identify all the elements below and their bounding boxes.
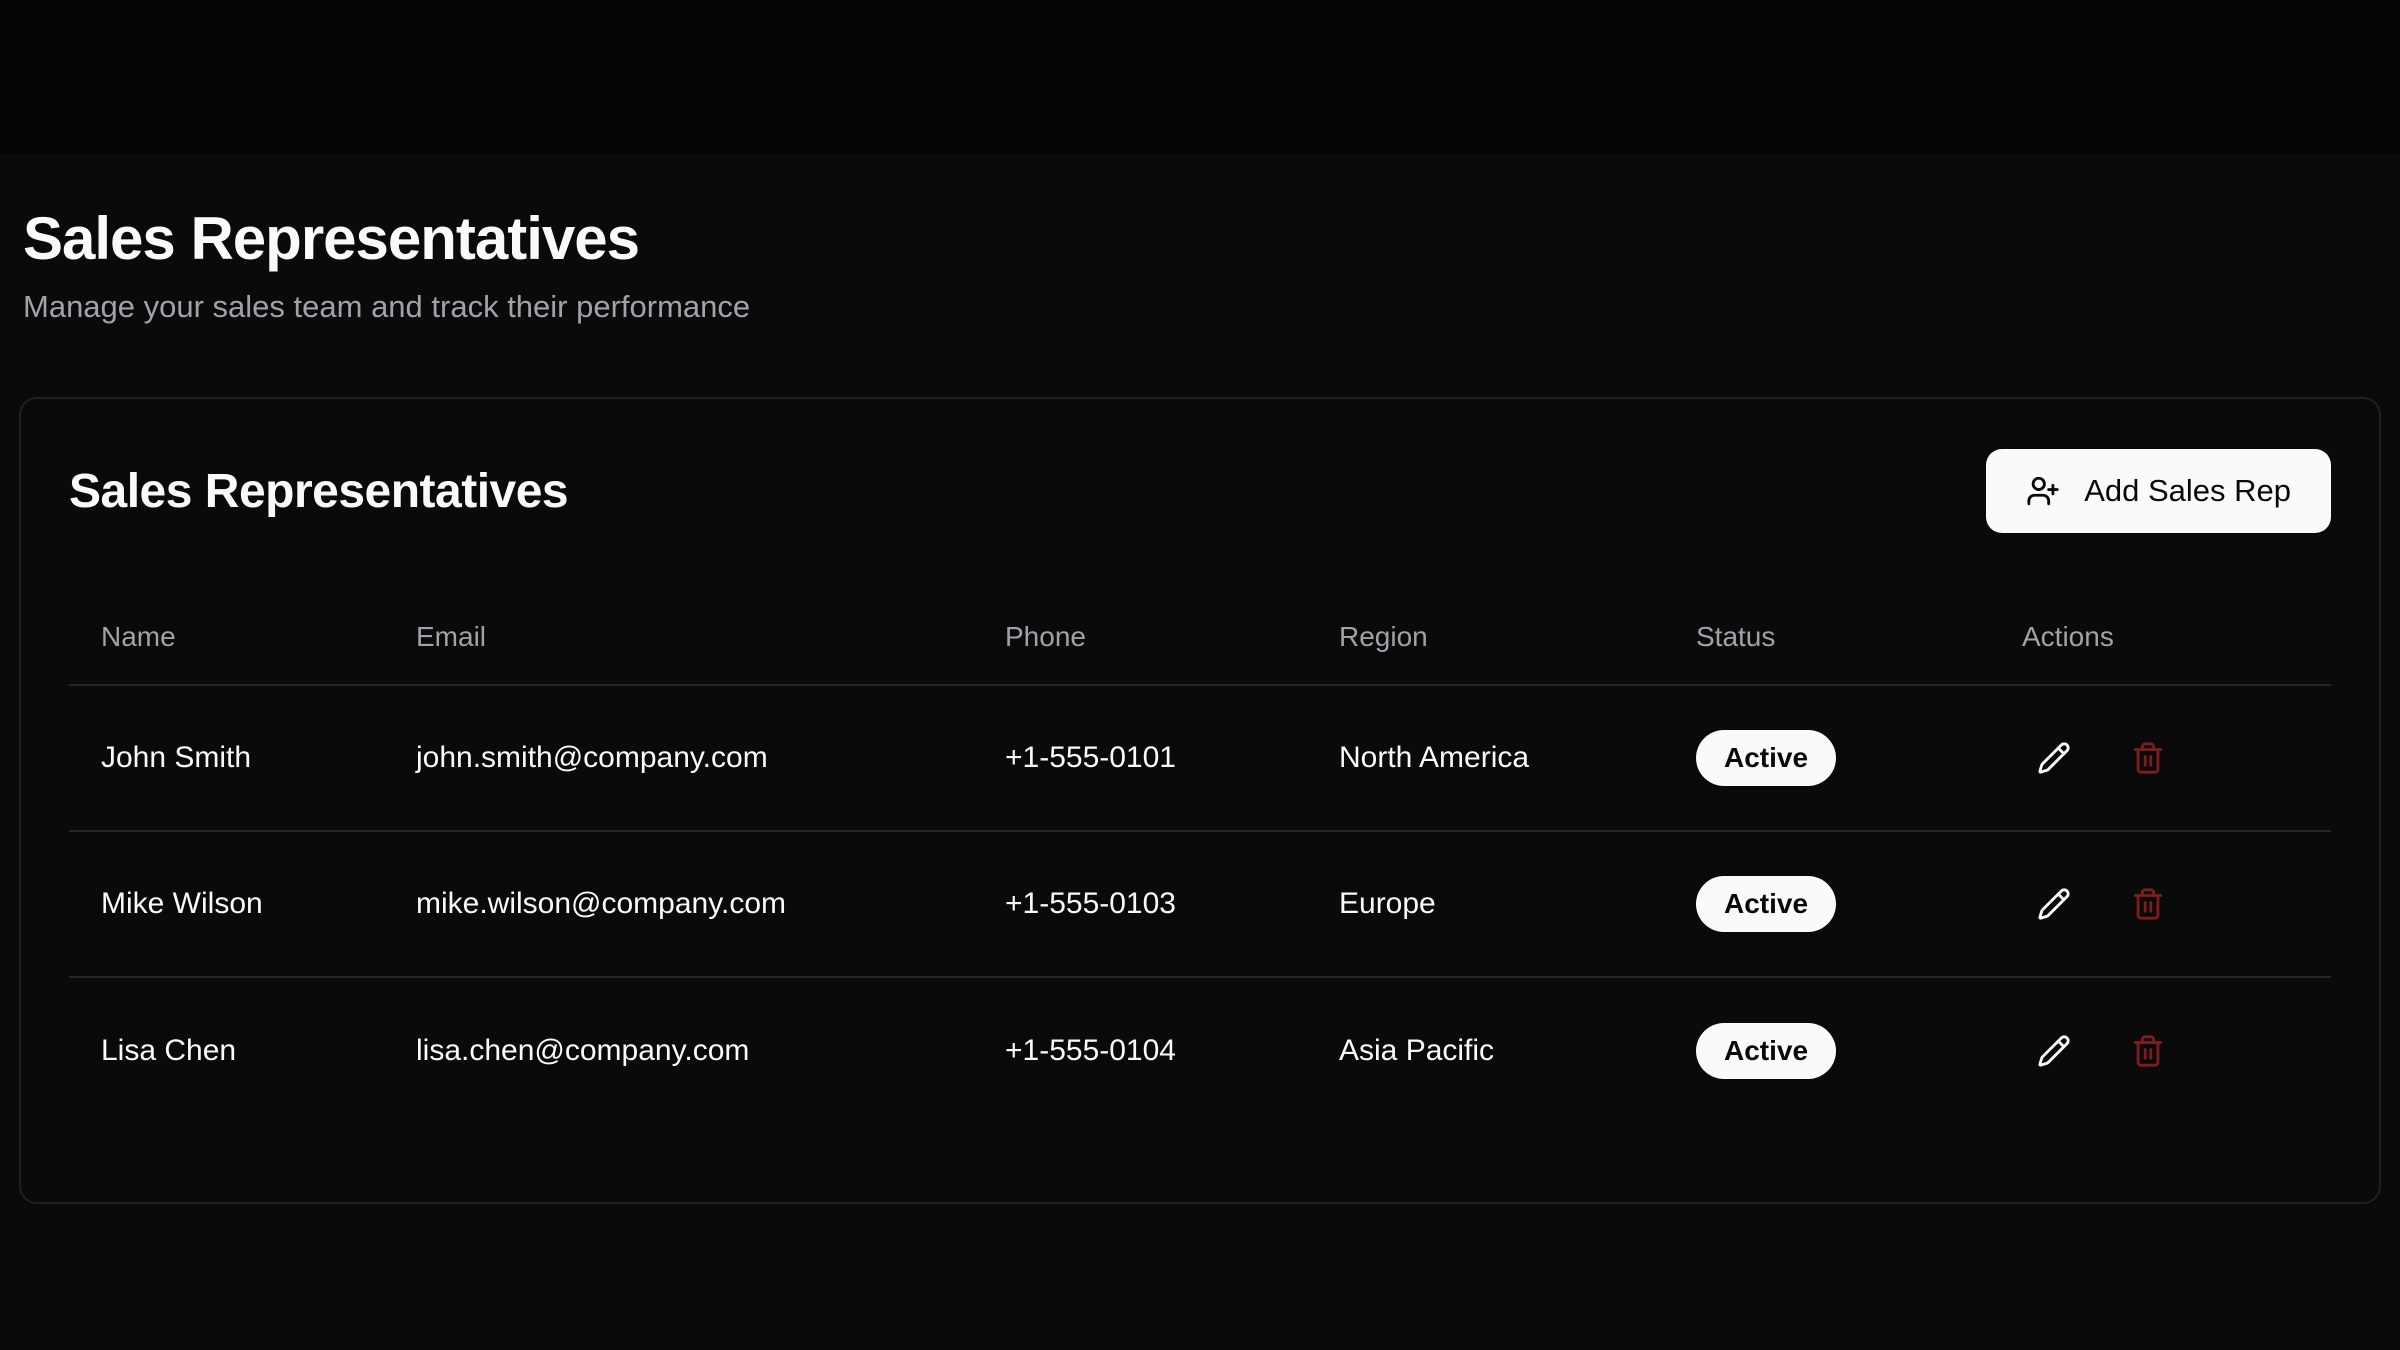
pencil-icon [2037,887,2071,921]
add-sales-rep-button[interactable]: Add Sales Rep [1986,449,2331,533]
sales-reps-table: Name Email Phone Region Status Actions J… [69,589,2331,1123]
rep-region: Europe [1307,831,1664,977]
status-badge: Active [1696,1023,1836,1079]
column-header-email: Email [384,589,973,685]
sales-reps-card: Sales Representatives Add Sales Rep [19,397,2381,1204]
delete-button[interactable] [2124,1027,2172,1075]
rep-name: Mike Wilson [69,831,384,977]
row-actions [2030,734,2299,782]
rep-region: Asia Pacific [1307,977,1664,1123]
trash-icon [2131,887,2165,921]
column-header-phone: Phone [973,589,1307,685]
rep-name: Lisa Chen [69,977,384,1123]
trash-icon [2131,741,2165,775]
card-header: Sales Representatives Add Sales Rep [69,447,2331,535]
column-header-region: Region [1307,589,1664,685]
status-badge: Active [1696,876,1836,932]
edit-button[interactable] [2030,734,2078,782]
table-row: Lisa Chen lisa.chen@company.com +1-555-0… [69,977,2331,1123]
row-actions [2030,880,2299,928]
main-content: Sales Representatives Manage your sales … [0,154,2400,1204]
delete-button[interactable] [2124,734,2172,782]
rep-email: john.smith@company.com [384,685,973,831]
column-header-name: Name [69,589,384,685]
top-bar [0,0,2400,154]
edit-button[interactable] [2030,880,2078,928]
table-header-row: Name Email Phone Region Status Actions [69,589,2331,685]
rep-email: mike.wilson@company.com [384,831,973,977]
user-plus-icon [2026,474,2060,508]
pencil-icon [2037,741,2071,775]
trash-icon [2131,1034,2165,1068]
edit-button[interactable] [2030,1027,2078,1075]
table-row: John Smith john.smith@company.com +1-555… [69,685,2331,831]
rep-region: North America [1307,685,1664,831]
status-badge: Active [1696,730,1836,786]
add-sales-rep-button-label: Add Sales Rep [2084,473,2291,509]
card-title: Sales Representatives [69,464,568,519]
page-title: Sales Representatives [23,204,2381,273]
rep-name: John Smith [69,685,384,831]
table-row: Mike Wilson mike.wilson@company.com +1-5… [69,831,2331,977]
pencil-icon [2037,1034,2071,1068]
column-header-status: Status [1664,589,1990,685]
column-header-actions: Actions [1990,589,2331,685]
rep-email: lisa.chen@company.com [384,977,973,1123]
page-subtitle: Manage your sales team and track their p… [23,289,2381,325]
rep-phone: +1-555-0101 [973,685,1307,831]
delete-button[interactable] [2124,880,2172,928]
row-actions [2030,1027,2299,1075]
rep-phone: +1-555-0104 [973,977,1307,1123]
rep-phone: +1-555-0103 [973,831,1307,977]
